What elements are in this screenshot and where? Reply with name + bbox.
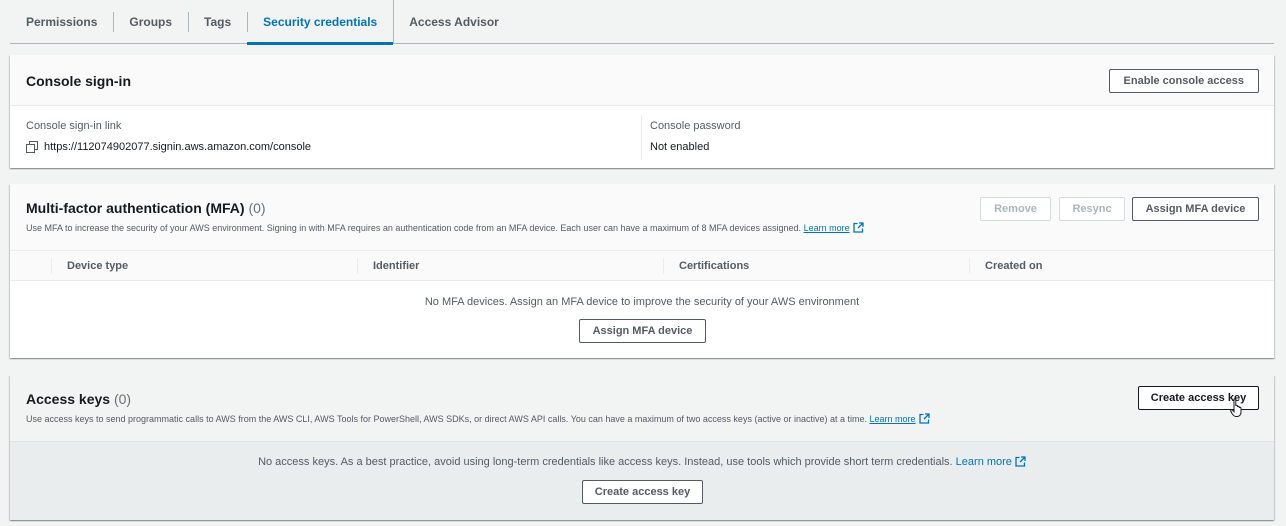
mouse-pointer-hand-icon: [1230, 398, 1244, 418]
console-signin-link-row: https://112074902077.signin.aws.amazon.c…: [26, 141, 311, 153]
external-link-icon[interactable]: [918, 413, 930, 424]
copy-icon[interactable]: [26, 141, 38, 153]
column-divider: [641, 115, 642, 160]
mfa-table-header: Device type Identifier Certifications Cr…: [10, 251, 1274, 281]
resync-mfa-button[interactable]: Resync: [1059, 197, 1125, 221]
tab-groups[interactable]: Groups: [113, 0, 188, 44]
console-signin-link-field: Console sign-in link https://11207490207…: [26, 120, 311, 153]
access-keys-empty-learn-more-link[interactable]: Learn more: [956, 456, 1012, 468]
mfa-empty-message: No MFA devices. Assign an MFA device to …: [424, 296, 860, 308]
column-header-certifications[interactable]: Certifications: [663, 251, 749, 281]
mfa-panel: Multi-factor authentication (MFA) (0) Us…: [10, 184, 1274, 358]
tab-access-advisor[interactable]: Access Advisor: [393, 0, 515, 44]
console-signin-header: Console sign-in Enable console access: [10, 55, 1274, 106]
console-signin-link-value[interactable]: https://112074902077.signin.aws.amazon.c…: [44, 141, 311, 153]
access-keys-body: No access keys. As a best practice, avoi…: [10, 442, 1274, 520]
console-password-field: Console password Not enabled: [650, 120, 741, 153]
remove-mfa-button[interactable]: Remove: [980, 197, 1051, 221]
access-keys-learn-more-link[interactable]: Learn more: [870, 414, 916, 424]
access-keys-empty-message: No access keys. As a best practice, avoi…: [258, 456, 953, 468]
access-keys-description: Use access keys to send programmatic cal…: [26, 414, 867, 424]
mfa-description: Use MFA to increase the security of your…: [26, 223, 802, 233]
access-keys-empty-row: No access keys. As a best practice, avoi…: [10, 456, 1274, 468]
console-password-label: Console password: [650, 120, 741, 132]
access-keys-count: (0): [113, 391, 132, 407]
mfa-title: Multi-factor authentication (MFA): [26, 200, 245, 216]
tab-tags[interactable]: Tags: [188, 0, 247, 44]
access-keys-panel: Access keys (0) Use access keys to send …: [10, 375, 1274, 520]
access-keys-title: Access keys: [26, 391, 111, 407]
mfa-header: Multi-factor authentication (MFA) (0) Us…: [10, 184, 1274, 251]
external-link-icon[interactable]: [1015, 456, 1026, 467]
external-link-icon[interactable]: [852, 222, 864, 233]
assign-mfa-device-button[interactable]: Assign MFA device: [1132, 197, 1259, 221]
access-keys-title-row: Access keys (0): [26, 391, 1258, 407]
mfa-learn-more-link[interactable]: Learn more: [804, 223, 850, 233]
create-access-key-empty-button[interactable]: Create access key: [582, 480, 703, 504]
console-password-value: Not enabled: [650, 141, 710, 153]
console-signin-panel: Console sign-in Enable console access Co…: [10, 55, 1274, 168]
mfa-description-row: Use MFA to increase the security of your…: [26, 222, 1258, 233]
tab-bar: Permissions Groups Tags Security credent…: [10, 0, 1274, 45]
access-keys-description-row: Use access keys to send programmatic cal…: [26, 413, 1258, 424]
enable-console-access-button[interactable]: Enable console access: [1108, 69, 1259, 93]
console-signin-link-label: Console sign-in link: [26, 120, 122, 132]
column-header-created-on[interactable]: Created on: [969, 251, 1042, 281]
column-header-device-type[interactable]: Device type: [51, 251, 128, 281]
console-signin-title: Console sign-in: [26, 73, 131, 89]
assign-mfa-device-empty-button[interactable]: Assign MFA device: [579, 319, 706, 343]
access-keys-header: Access keys (0) Use access keys to send …: [10, 375, 1274, 442]
tab-permissions[interactable]: Permissions: [10, 0, 113, 44]
mfa-count: (0): [248, 200, 266, 216]
column-header-identifier[interactable]: Identifier: [357, 251, 419, 281]
tab-security-credentials[interactable]: Security credentials: [247, 0, 394, 45]
